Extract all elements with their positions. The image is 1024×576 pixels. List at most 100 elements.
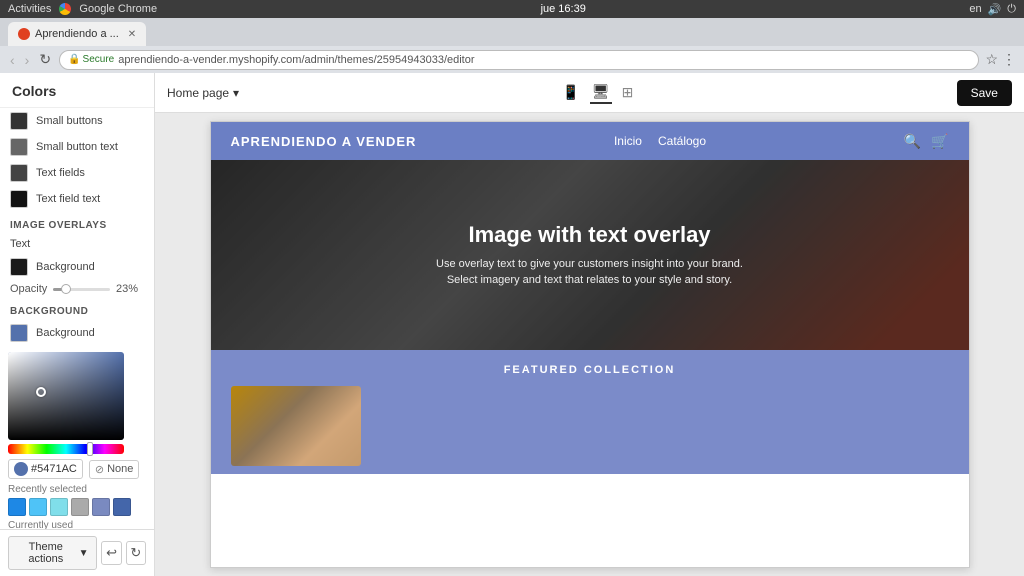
nav-catalogo[interactable]: Catálogo xyxy=(658,134,706,148)
product-card-image xyxy=(231,386,361,466)
redo-button[interactable]: ↻ xyxy=(126,541,146,565)
swatch-recent-1[interactable] xyxy=(8,498,26,516)
site-nav: APRENDIENDO A VENDER Inicio Catálogo 🔍 🛒 xyxy=(211,122,969,160)
color-picker[interactable]: #5471AC ⊘ None Recently selected xyxy=(0,346,154,529)
opacity-thumb[interactable] xyxy=(61,284,71,294)
text-field-text-label: Text field text xyxy=(36,193,100,205)
preview-toolbar: Home page ▾ 📱 🖥 ⊞ Save xyxy=(155,73,1024,113)
hue-bar[interactable] xyxy=(8,444,124,454)
hex-color-dot xyxy=(14,462,28,476)
fullscreen-icon[interactable]: ⊞ xyxy=(620,82,636,103)
mobile-icon[interactable]: 📱 xyxy=(560,82,581,103)
hero-section: Image with text overlay Use overlay text… xyxy=(211,160,969,350)
power-icon: ⏻ xyxy=(1007,3,1016,16)
picker-thumb[interactable] xyxy=(36,387,46,397)
swatch-recent-3[interactable] xyxy=(50,498,68,516)
cart-icon[interactable]: 🛒 xyxy=(931,133,948,150)
overlay-text-row[interactable]: Text xyxy=(0,234,154,254)
save-button[interactable]: Save xyxy=(957,80,1012,106)
featured-title: FEATURED COLLECTION xyxy=(231,364,949,376)
background-section: BACKGROUND xyxy=(0,298,154,320)
bg-swatch[interactable] xyxy=(10,324,28,342)
featured-section: FEATURED COLLECTION xyxy=(211,350,969,474)
lang-indicator[interactable]: en xyxy=(969,3,981,15)
overlay-bg-swatch[interactable] xyxy=(10,258,28,276)
sidebar-content: Small buttons Small button text Text fie… xyxy=(0,108,154,529)
site-nav-links: Inicio Catálogo xyxy=(614,134,706,148)
reload-button[interactable]: ↻ xyxy=(37,51,53,68)
small-buttons-row[interactable]: Small buttons xyxy=(0,108,154,134)
nav-icons: ☆ ⋮ xyxy=(985,51,1016,68)
hex-input[interactable]: #5471AC xyxy=(8,459,83,479)
save-label: Save xyxy=(971,86,998,100)
sidebar-title: Colors xyxy=(0,73,154,108)
preview-site: APRENDIENDO A VENDER Inicio Catálogo 🔍 🛒 xyxy=(210,121,970,568)
text-field-text-swatch[interactable] xyxy=(10,190,28,208)
sidebar-bottom: Theme actions ▼ ↩ ↻ xyxy=(0,529,154,576)
preview-frame: APRENDIENDO A VENDER Inicio Catálogo 🔍 🛒 xyxy=(155,113,1024,576)
bg-label: Background xyxy=(36,327,95,339)
tab-favicon xyxy=(18,28,30,40)
bg-color-row[interactable]: Background xyxy=(0,320,154,346)
currently-used-section: Currently used xyxy=(8,520,146,529)
preview-area: Home page ▾ 📱 🖥 ⊞ Save APRENDIENDO A VEN… xyxy=(155,73,1024,576)
site-nav-icons: 🔍 🛒 xyxy=(904,133,949,150)
sidebar: Colors Small buttons Small button text T… xyxy=(0,73,155,576)
product-card[interactable] xyxy=(231,386,361,466)
tab-title: Aprendiendo a ... xyxy=(35,28,119,40)
main-layout: Colors Small buttons Small button text T… xyxy=(0,73,1024,576)
home-page-chevron: ▾ xyxy=(233,86,239,100)
color-picker-gradient-box[interactable] xyxy=(8,352,124,440)
hue-thumb[interactable] xyxy=(87,442,93,456)
search-icon[interactable]: 🔍 xyxy=(904,133,921,150)
volume-icon[interactable]: 🔊 xyxy=(988,3,1002,16)
undo-button[interactable]: ↩ xyxy=(101,541,121,565)
small-button-text-swatch[interactable] xyxy=(10,138,28,156)
back-button[interactable]: ‹ xyxy=(8,52,17,68)
chrome-favicon xyxy=(59,3,71,15)
site-logo: APRENDIENDO A VENDER xyxy=(231,134,417,149)
swatch-recent-5[interactable] xyxy=(92,498,110,516)
nav-bar: ‹ › ↻ 🔒 Secure aprendiendo-a-vender.mysh… xyxy=(0,46,1024,73)
os-time: jue 16:39 xyxy=(541,3,586,15)
hex-value: #5471AC xyxy=(31,463,77,475)
theme-actions-button[interactable]: Theme actions ▼ xyxy=(8,536,97,570)
menu-button[interactable]: ⋮ xyxy=(1002,51,1016,68)
hero-text: Use overlay text to give your customers … xyxy=(436,256,743,289)
small-button-text-row[interactable]: Small button text xyxy=(0,134,154,160)
overlay-background-row[interactable]: Background xyxy=(0,254,154,280)
theme-actions-label: Theme actions xyxy=(17,541,75,565)
text-fields-label: Text fields xyxy=(36,167,85,179)
opacity-slider[interactable] xyxy=(53,288,110,291)
secure-badge: 🔒 Secure xyxy=(68,54,114,65)
currently-used-label: Currently used xyxy=(8,520,146,529)
text-field-text-row[interactable]: Text field text xyxy=(0,186,154,212)
home-page-selector[interactable]: Home page ▾ xyxy=(167,86,239,100)
activities-label[interactable]: Activities xyxy=(8,3,51,15)
swatch-recent-6[interactable] xyxy=(113,498,131,516)
overlay-bg-label: Background xyxy=(36,261,95,273)
text-fields-swatch[interactable] xyxy=(10,164,28,182)
swatch-recent-4[interactable] xyxy=(71,498,89,516)
nav-inicio[interactable]: Inicio xyxy=(614,134,642,148)
active-tab[interactable]: Aprendiendo a ... ✕ xyxy=(8,22,146,46)
hero-text-line2: Select imagery and text that relates to … xyxy=(447,274,732,286)
os-bar: Activities Google Chrome jue 16:39 en 🔊 … xyxy=(0,0,1024,18)
bookmark-button[interactable]: ☆ xyxy=(985,51,998,68)
hero-text-line1: Use overlay text to give your customers … xyxy=(436,258,743,270)
tab-bar: Aprendiendo a ... ✕ xyxy=(0,18,1024,46)
chrome-app-name[interactable]: Google Chrome xyxy=(79,3,157,15)
none-icon: ⊘ xyxy=(95,463,104,476)
desktop-icon[interactable]: 🖥 xyxy=(590,81,612,104)
none-button[interactable]: ⊘ None xyxy=(89,460,140,479)
home-page-label: Home page xyxy=(167,86,229,100)
chevron-down-icon: ▼ xyxy=(79,548,89,559)
tab-close-button[interactable]: ✕ xyxy=(128,29,136,40)
hero-overlay: Image with text overlay Use overlay text… xyxy=(211,160,969,350)
address-bar[interactable]: 🔒 Secure aprendiendo-a-vender.myshopify.… xyxy=(59,50,979,70)
swatch-recent-2[interactable] xyxy=(29,498,47,516)
forward-button[interactable]: › xyxy=(23,52,32,68)
small-buttons-swatch[interactable] xyxy=(10,112,28,130)
opacity-row: Opacity 23% xyxy=(0,280,154,298)
text-fields-row[interactable]: Text fields xyxy=(0,160,154,186)
